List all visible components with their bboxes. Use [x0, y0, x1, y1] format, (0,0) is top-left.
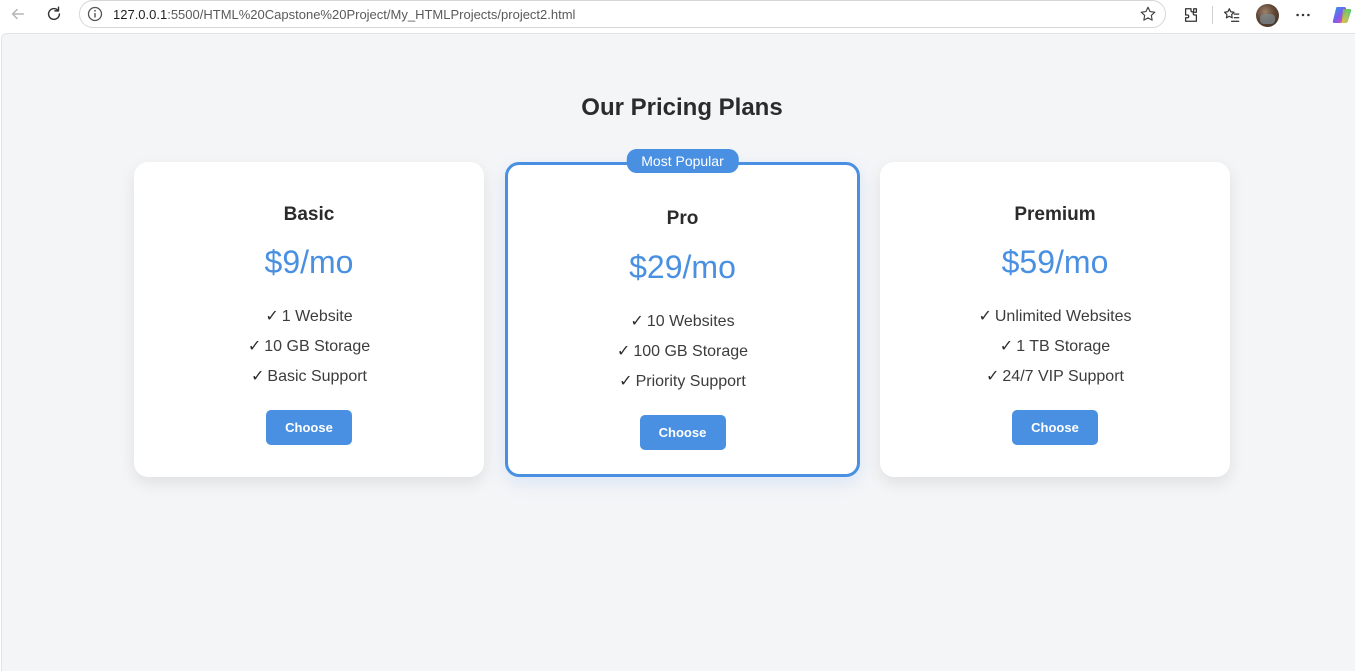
list-item: ✓ 10 Websites [508, 306, 857, 336]
url-host: 127.0.0.1 [113, 7, 168, 22]
list-item: ✓ 10 GB Storage [134, 331, 484, 361]
feature-text: 10 Websites [646, 313, 735, 330]
feature-list: ✓ Unlimited Websites ✓ 1 TB Storage ✓ 24/7 … [880, 301, 1230, 391]
feature-text: 10 GB Storage [264, 338, 371, 355]
plan-card-pro: Most Popular Pro $29/mo ✓ 10 Websites ✓ 10… [505, 149, 860, 477]
list-item: ✓ Basic Support [134, 361, 484, 391]
feature-text: 100 GB Storage [633, 343, 749, 360]
favorites-icon[interactable] [1222, 5, 1242, 25]
extensions-icon[interactable] [1181, 5, 1201, 25]
list-item: ✓ 24/7 VIP Support [880, 361, 1230, 391]
check-icon: ✓ [986, 366, 1000, 385]
feature-list: ✓ 10 Websites ✓ 100 GB Storage ✓ Priority S… [508, 306, 857, 396]
avatar[interactable] [1256, 4, 1279, 27]
feature-text: 1 TB Storage [1016, 338, 1111, 355]
check-icon: ✓ [616, 341, 631, 360]
page-title: Our Pricing Plans [581, 94, 783, 121]
plan-name: Premium [1014, 204, 1096, 225]
list-item: ✓ 1 TB Storage [880, 331, 1230, 361]
check-icon: ✓ [619, 371, 633, 390]
list-item: ✓ Priority Support [508, 366, 857, 396]
page-body: Our Pricing Plans Basic $9/mo ✓ 1 Website… [1, 33, 1355, 671]
plan-price: $29/mo [629, 249, 736, 285]
list-item: ✓ 100 GB Storage [508, 336, 857, 366]
choose-basic-button[interactable]: Choose [266, 410, 352, 445]
copilot-icon[interactable] [1331, 4, 1353, 26]
url-path: :5500/HTML%20Capstone%20Project/My_HTMLP… [167, 7, 576, 22]
feature-list: ✓ 1 Website ✓ 10 GB Storage ✓ Basic Support [134, 301, 484, 391]
feature-text: Unlimited Websites [994, 308, 1132, 325]
list-item: ✓ 1 Website [134, 301, 484, 331]
plan-card-basic: Basic $9/mo ✓ 1 Website ✓ 10 GB Storage ✓ B… [134, 162, 484, 477]
check-icon: ✓ [250, 366, 265, 385]
check-icon: ✓ [630, 311, 644, 330]
browser-toolbar: 127.0.0.1:5500/HTML%20Capstone%20Project… [0, 0, 1355, 30]
feature-text: Priority Support [635, 373, 746, 390]
address-bar[interactable]: 127.0.0.1:5500/HTML%20Capstone%20Project… [79, 0, 1166, 28]
url-text[interactable]: 127.0.0.1:5500/HTML%20Capstone%20Project… [113, 7, 575, 22]
more-icon[interactable] [1293, 5, 1313, 25]
feature-text: 24/7 VIP Support [1002, 368, 1124, 385]
star-icon[interactable] [1139, 5, 1157, 23]
check-icon: ✓ [265, 306, 279, 325]
plan-price: $59/mo [1001, 244, 1109, 280]
plan-name: Basic [283, 204, 335, 225]
reload-icon[interactable] [44, 4, 64, 24]
most-popular-badge: Most Popular [626, 149, 739, 173]
feature-text: 1 Website [281, 308, 353, 325]
plan-card-premium: Premium $59/mo ✓ Unlimited Websites ✓ 1 TB… [880, 162, 1230, 477]
back-icon[interactable] [8, 4, 28, 24]
plan-price: $9/mo [264, 244, 354, 280]
check-icon: ✓ [247, 336, 262, 355]
list-item: ✓ Unlimited Websites [880, 301, 1230, 331]
plan-name: Pro [666, 208, 699, 229]
info-icon[interactable] [87, 6, 103, 22]
choose-premium-button[interactable]: Choose [1012, 410, 1098, 445]
choose-pro-button[interactable]: Choose [639, 415, 726, 450]
check-icon: ✓ [999, 336, 1014, 355]
check-icon: ✓ [978, 306, 992, 325]
toolbar-divider [1212, 6, 1213, 24]
feature-text: Basic Support [267, 368, 367, 385]
